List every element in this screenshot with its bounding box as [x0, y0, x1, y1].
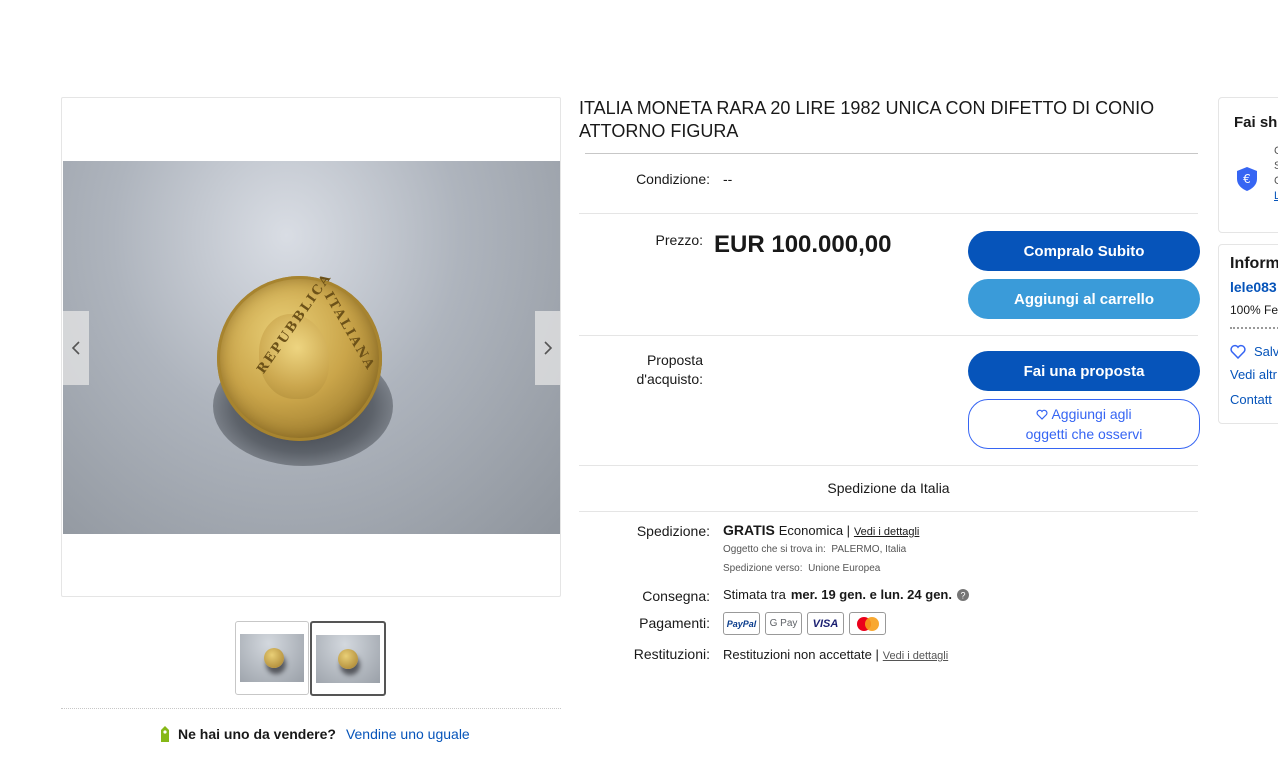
price-divider [579, 335, 1198, 336]
add-to-watchlist-button[interactable]: Aggiungi agli oggetti che osservi [968, 399, 1200, 449]
shop-confidence-title: Fai sh [1234, 114, 1278, 131]
mastercard-icon [849, 612, 886, 635]
price-label: Prezzo: [655, 232, 703, 248]
item-title: ITALIA MONETA RARA 20 LIRE 1982 UNICA CO… [579, 98, 1155, 141]
watch-line1-text: Aggiungi agli [1051, 406, 1132, 422]
sell-question: Ne hai uno da vendere? [178, 726, 336, 742]
main-product-image[interactable]: REPUBBLICA ITALIANA [63, 161, 560, 534]
thumbnail-2-selected[interactable] [310, 621, 386, 696]
delivery-prefix: Stimata tra [723, 587, 786, 602]
payments-label: Pagamenti: [639, 615, 710, 631]
help-icon[interactable]: ? [956, 588, 969, 601]
gallery-divider [61, 708, 561, 709]
ships-from-divider [579, 511, 1198, 512]
thumbnail-1[interactable] [235, 621, 309, 695]
make-offer-button[interactable]: Fai una proposta [968, 351, 1200, 391]
coin-inscription-right: ITALIANA [320, 289, 378, 374]
price-value: EUR 100.000,00 [714, 231, 892, 258]
shop-confidence-letter-4[interactable]: L [1274, 189, 1278, 204]
google-pay-icon: G Pay [765, 612, 802, 635]
offer-divider [579, 465, 1198, 466]
item-location-label: Oggetto che si trova in: [723, 544, 826, 555]
item-location-value: PALERMO, Italia [831, 544, 907, 555]
returns-details-link[interactable]: Vedi i dettagli [883, 650, 948, 662]
returns-value: Restituzioni non accettate | Vedi i dett… [723, 646, 948, 662]
save-seller[interactable]: Salv [1230, 344, 1278, 359]
shipping-label: Spedizione: [636, 523, 710, 539]
chevron-right-icon [544, 341, 553, 355]
offer-label: Proposta d'acquisto: [579, 351, 704, 389]
shipping-details-link[interactable]: Vedi i dettagli [854, 526, 919, 538]
returns-text: Restituzioni non accettate | [723, 647, 879, 662]
heart-icon [1036, 409, 1048, 420]
coin-image: REPUBBLICA ITALIANA [217, 270, 382, 441]
payment-methods: PayPal G Pay VISA [723, 612, 886, 635]
shipping-value: GRATIS Economica | Vedi i dettagli [723, 522, 919, 538]
shop-confidence-letter-2: S [1274, 159, 1278, 174]
previous-image-button[interactable] [63, 311, 89, 385]
contact-seller-link[interactable]: Contatt [1230, 392, 1272, 407]
condition-label: Condizione: [636, 171, 710, 187]
sell-one-like-this: Ne hai uno da vendere? Vendine uno ugual… [158, 725, 470, 743]
condition-divider [579, 213, 1198, 214]
save-seller-label: Salv [1254, 344, 1278, 359]
paypal-icon: PayPal [723, 612, 760, 635]
price-tag-icon [161, 726, 169, 742]
delivery-estimate: Stimata tra mer. 19 gen. e lun. 24 gen. … [723, 587, 969, 602]
svg-text:?: ? [960, 590, 965, 600]
item-location: Oggetto che si trova in: PALERMO, Italia [723, 544, 906, 555]
ships-to-label: Spedizione verso: [723, 563, 803, 574]
delivery-label: Consegna: [642, 588, 710, 604]
seller-info-title: Inform [1230, 255, 1278, 272]
shop-confidence-text: C S C L [1274, 144, 1278, 204]
buy-it-now-button[interactable]: Compralo Subito [968, 231, 1200, 271]
ships-from-label: Spedizione da Italia [827, 480, 950, 496]
mastercard-logo [856, 616, 879, 631]
svg-text:€: € [1243, 172, 1251, 186]
shipping-free: GRATIS [723, 522, 775, 538]
money-back-guarantee-icon: € [1236, 166, 1258, 197]
visa-icon: VISA [807, 612, 844, 635]
seller-info-card: Inform lele083 100% Fe Salv Vedi altr Co… [1218, 244, 1278, 424]
watch-line2-text: oggetti che osservi [1025, 426, 1143, 442]
returns-label: Restituzioni: [633, 646, 710, 662]
condition-value: -- [723, 171, 733, 187]
offer-label-line2: d'acquisto: [636, 371, 704, 387]
shop-confidence-letter-1: C [1274, 144, 1278, 159]
offer-label-line1: Proposta [646, 352, 703, 368]
shipping-method: Economica | [778, 523, 851, 538]
title-divider [585, 153, 1198, 154]
next-image-button[interactable] [535, 311, 561, 385]
chevron-left-icon [71, 341, 80, 355]
ships-to: Spedizione verso: Unione Europea [723, 563, 880, 574]
see-other-items-link[interactable]: Vedi altr [1230, 367, 1277, 382]
heart-icon [1230, 344, 1246, 359]
sell-link[interactable]: Vendine uno uguale [346, 726, 470, 742]
ships-to-value: Unione Europea [808, 563, 881, 574]
thumbnail-image [240, 634, 304, 682]
seller-divider [1230, 327, 1278, 329]
shop-confidence-card: Fai sh € C S C L [1218, 97, 1278, 233]
delivery-range: mer. 19 gen. e lun. 24 gen. [790, 587, 952, 602]
seller-name[interactable]: lele083 [1230, 279, 1277, 295]
thumbnail-image [316, 634, 380, 683]
shop-confidence-letter-3: C [1274, 174, 1278, 189]
watch-line-1: Aggiungi agli [1036, 404, 1132, 424]
seller-feedback: 100% Fe [1230, 303, 1278, 317]
add-to-cart-button[interactable]: Aggiungi al carrello [968, 279, 1200, 319]
